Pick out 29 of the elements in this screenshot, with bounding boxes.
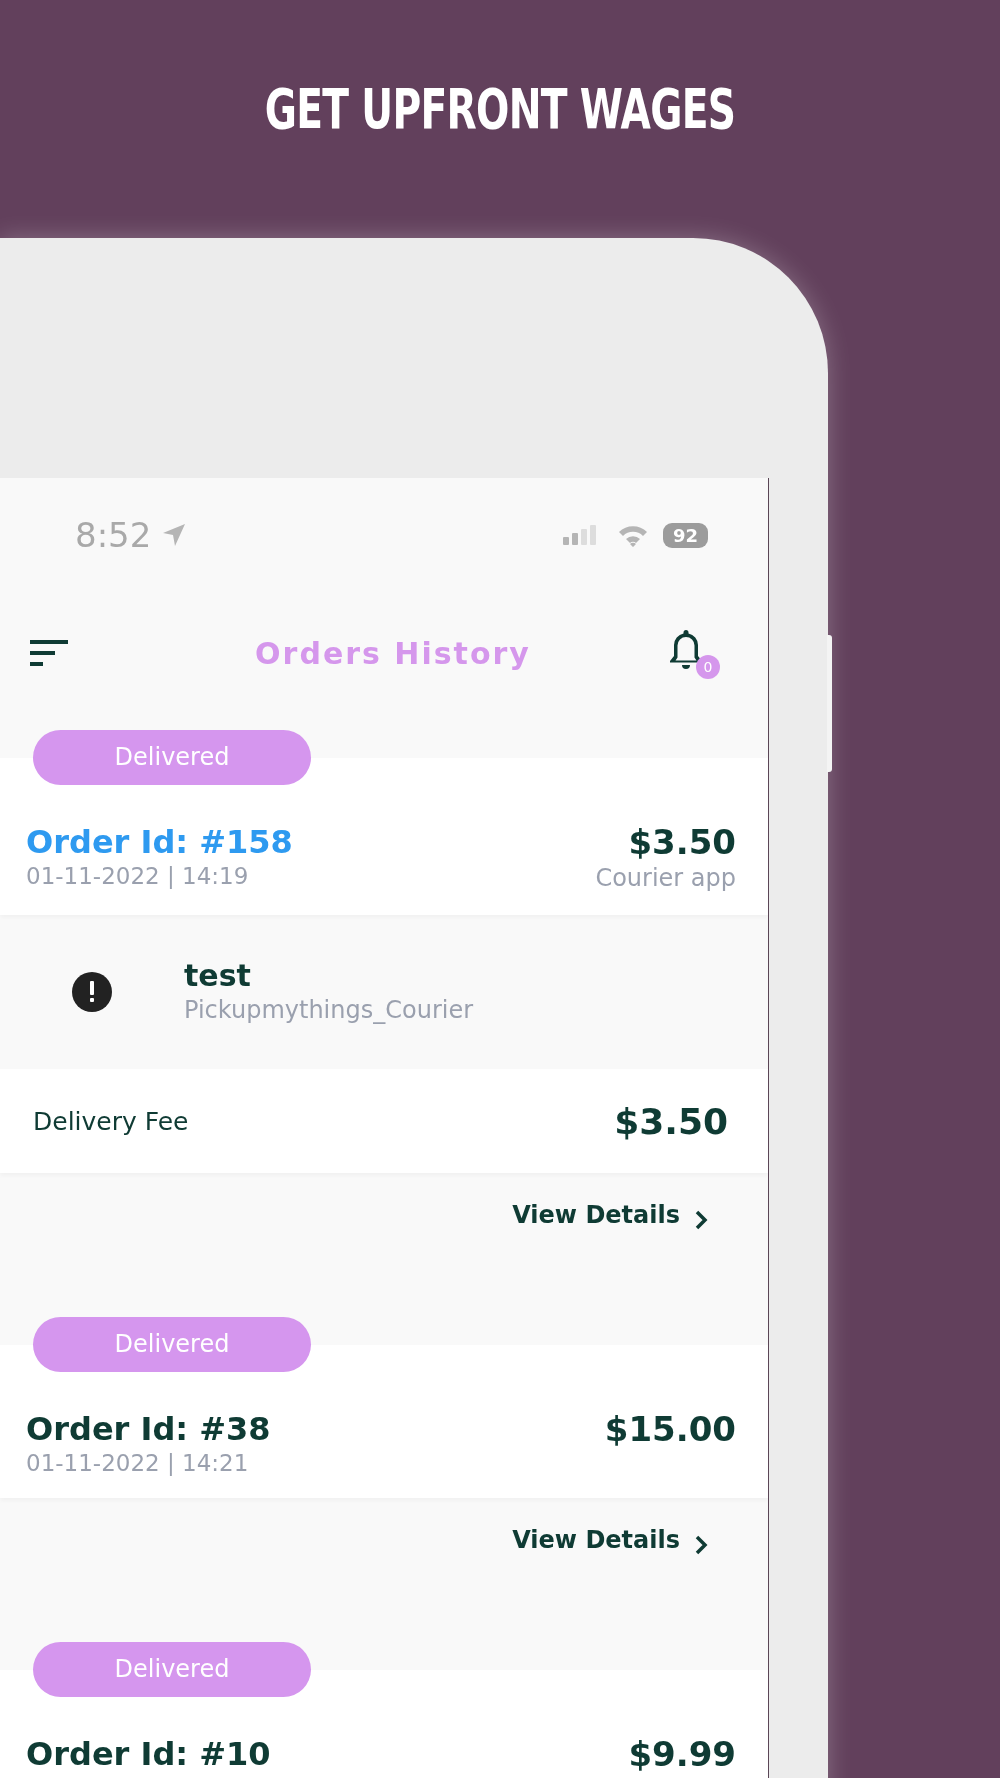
status-time: 8:52 (75, 515, 152, 555)
screen-title: Orders History (255, 635, 531, 671)
location-arrow-icon (161, 522, 188, 548)
alert-icon (72, 972, 112, 1012)
notification-count: 0 (696, 655, 720, 679)
chevron-right-icon (694, 1534, 708, 1556)
merchant-subtitle: Pickupmythings_Courier (184, 995, 474, 1026)
signal-icon (562, 525, 597, 545)
view-details-link[interactable]: View Details (512, 1524, 708, 1556)
order-id: Order Id: #38 (26, 1410, 271, 1448)
fee-label: Delivery Fee (33, 1106, 189, 1136)
menu-icon[interactable] (30, 640, 68, 666)
order-id: Order Id: #10 (26, 1735, 271, 1773)
order-source: Courier app (595, 863, 736, 894)
headline: GET UPFRONT WAGES (264, 78, 736, 140)
order-amount: $9.99 (628, 1735, 736, 1773)
view-details-link[interactable]: View Details (512, 1199, 708, 1231)
order-date: 01-11-2022 | 14:21 (26, 1449, 250, 1478)
order-id: Order Id: #158 (26, 823, 293, 861)
chevron-right-icon (694, 1209, 708, 1231)
battery-indicator: 92 (662, 522, 708, 548)
merchant-name: test (184, 958, 252, 994)
order-amount: $15.00 (604, 1410, 736, 1448)
status-badge: Delivered (33, 1317, 311, 1372)
status-badge: Delivered (33, 1642, 311, 1697)
order-amount: $3.50 (628, 823, 736, 861)
fee-amount: $3.50 (614, 1100, 728, 1142)
order-date: 01-11-2022 | 14:19 (26, 862, 250, 891)
status-badge: Delivered (33, 730, 311, 785)
